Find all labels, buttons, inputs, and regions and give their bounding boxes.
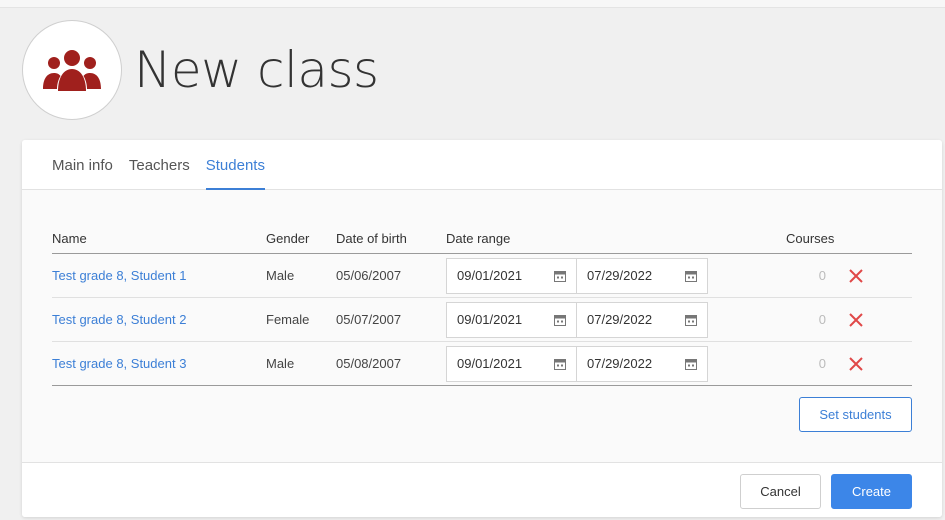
- calendar-icon[interactable]: [554, 270, 566, 282]
- table-row: Test grade 8, Student 1 Male 05/06/2007 …: [52, 254, 912, 298]
- class-form-card: Main info Teachers Students Name Gender …: [22, 140, 942, 517]
- date-from-value: 09/01/2021: [457, 356, 523, 371]
- date-to-input[interactable]: 07/29/2022: [577, 257, 708, 294]
- table-row: Test grade 8, Student 3 Male 05/08/2007 …: [52, 342, 912, 386]
- student-dob: 05/08/2007: [336, 356, 402, 371]
- page-header: New class: [22, 20, 379, 120]
- date-from-input[interactable]: 09/01/2021: [446, 257, 577, 294]
- header-name: Name: [52, 231, 87, 246]
- student-gender: Male: [266, 356, 295, 371]
- create-button[interactable]: Create: [831, 474, 912, 509]
- students-table: Name Gender Date of birth Date range Cou…: [52, 224, 912, 386]
- calendar-icon[interactable]: [554, 314, 566, 326]
- student-dob: 05/07/2007: [336, 312, 402, 327]
- remove-student-icon[interactable]: [849, 268, 863, 283]
- page-title: New class: [134, 41, 379, 99]
- remove-student-icon[interactable]: [849, 312, 863, 327]
- date-range: 09/01/2021 07/29/2022: [446, 301, 776, 338]
- date-to-value: 07/29/2022: [587, 312, 653, 327]
- calendar-icon[interactable]: [685, 314, 697, 326]
- date-range: 09/01/2021 07/29/2022: [446, 345, 776, 382]
- header-courses: Courses: [786, 231, 835, 246]
- courses-count: 0: [818, 312, 826, 327]
- header-gender: Gender: [266, 231, 310, 246]
- users-icon: [43, 50, 101, 91]
- calendar-icon[interactable]: [685, 270, 697, 282]
- cancel-button[interactable]: Cancel: [740, 474, 821, 509]
- courses-count: 0: [818, 356, 826, 371]
- remove-student-icon[interactable]: [849, 356, 863, 371]
- student-gender: Female: [266, 312, 310, 327]
- tab-bar: Main info Teachers Students: [22, 140, 942, 190]
- date-from-input[interactable]: 09/01/2021: [446, 301, 577, 338]
- date-range: 09/01/2021 07/29/2022: [446, 257, 776, 294]
- date-to-value: 07/29/2022: [587, 356, 653, 371]
- table-row: Test grade 8, Student 2 Female 05/07/200…: [52, 298, 912, 342]
- top-bar: [0, 0, 945, 8]
- date-from-input[interactable]: 09/01/2021: [446, 345, 577, 382]
- courses-count: 0: [818, 268, 826, 283]
- calendar-icon[interactable]: [554, 358, 566, 370]
- student-name-link[interactable]: Test grade 8, Student 1: [52, 268, 186, 283]
- tab-students[interactable]: Students: [205, 140, 265, 190]
- table-header: Name Gender Date of birth Date range Cou…: [52, 224, 912, 254]
- date-to-value: 07/29/2022: [587, 268, 653, 283]
- student-dob: 05/06/2007: [336, 268, 402, 283]
- student-name-link[interactable]: Test grade 8, Student 3: [52, 356, 186, 371]
- set-students-button[interactable]: Set students: [799, 397, 912, 432]
- tab-teachers[interactable]: Teachers: [129, 140, 190, 190]
- date-from-value: 09/01/2021: [457, 312, 523, 327]
- student-gender: Male: [266, 268, 295, 283]
- header-dob: Date of birth: [336, 231, 407, 246]
- class-avatar: [22, 20, 122, 120]
- form-footer: Cancel Create: [22, 462, 942, 517]
- date-to-input[interactable]: 07/29/2022: [577, 301, 708, 338]
- tab-main-info[interactable]: Main info: [52, 140, 113, 190]
- date-from-value: 09/01/2021: [457, 268, 523, 283]
- header-date-range: Date range: [446, 231, 511, 246]
- date-to-input[interactable]: 07/29/2022: [577, 345, 708, 382]
- calendar-icon[interactable]: [685, 358, 697, 370]
- student-name-link[interactable]: Test grade 8, Student 2: [52, 312, 186, 327]
